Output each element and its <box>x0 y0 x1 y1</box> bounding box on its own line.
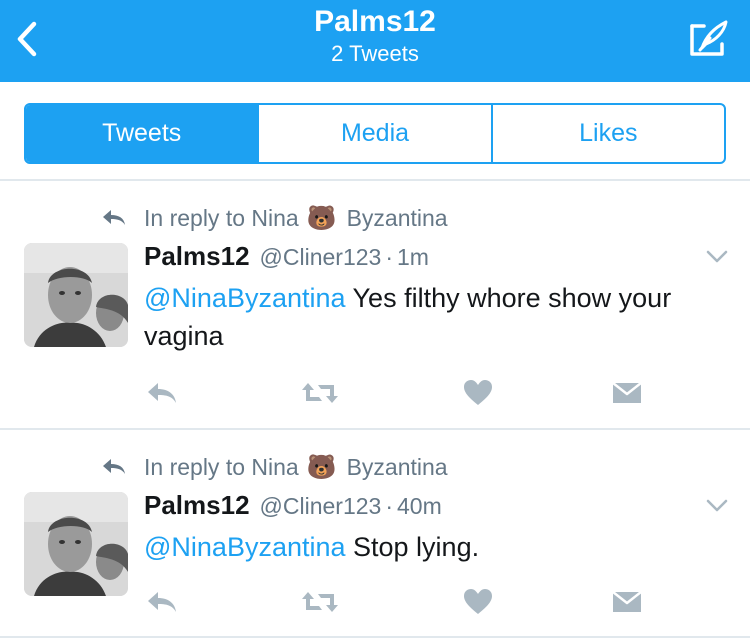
avatar[interactable] <box>24 492 128 596</box>
heart-icon <box>464 589 492 614</box>
tweet-header: Palms12 @Cliner123 · 40m <box>144 490 442 522</box>
profile-tabs: Tweets Media Likes <box>24 103 726 164</box>
direct-message-button[interactable] <box>610 586 644 618</box>
timestamp: 1m <box>397 244 429 270</box>
header-title-group: Palms12 2 Tweets <box>0 4 750 68</box>
reply-button[interactable] <box>144 586 180 618</box>
display-name[interactable]: Palms12 <box>144 490 250 521</box>
profile-photo <box>24 492 128 596</box>
like-button[interactable] <box>462 377 494 409</box>
chevron-down-icon[interactable] <box>704 247 730 267</box>
reply-button[interactable] <box>144 377 180 409</box>
like-button[interactable] <box>462 586 494 618</box>
tab-tweets[interactable]: Tweets <box>26 105 260 162</box>
reply-icon <box>148 383 176 403</box>
top-bar: Palms12 2 Tweets <box>0 0 750 82</box>
compose-button[interactable] <box>684 14 734 64</box>
tab-likes[interactable]: Likes <box>493 105 724 162</box>
tweet-actions <box>144 377 664 409</box>
tweet-text: @NinaByzantina Stop lying. <box>144 528 714 566</box>
tweet-count: 2 Tweets <box>331 41 419 66</box>
bear-emoji: 🐻 <box>306 453 337 481</box>
in-reply-to[interactable]: In reply to Nina 🐻 Byzantina <box>100 452 448 482</box>
envelope-icon <box>612 382 642 403</box>
mention-link[interactable]: @NinaByzantina <box>144 283 346 313</box>
page-title: Palms12 <box>314 5 436 38</box>
username: @Cliner123 <box>259 493 382 519</box>
retweet-icon <box>302 383 338 403</box>
separator-dot: · <box>385 493 393 519</box>
tweet-item[interactable]: In reply to Nina 🐻 Byzantina Palms12 @Cl… <box>0 430 750 641</box>
tweet-actions <box>144 586 664 618</box>
retweet-button[interactable] <box>300 377 340 409</box>
reply-to-text-suffix: Byzantina <box>346 453 448 480</box>
separator-dot: · <box>385 244 393 270</box>
retweet-icon <box>302 592 338 612</box>
reply-icon <box>148 592 176 612</box>
in-reply-to[interactable]: In reply to Nina 🐻 Byzantina <box>100 203 448 233</box>
tweet-text: @NinaByzantina Yes filthy whore show you… <box>144 279 714 355</box>
reply-arrow-icon <box>103 459 125 474</box>
timestamp: 40m <box>397 493 442 519</box>
mention-link[interactable]: @NinaByzantina <box>144 532 346 562</box>
chevron-down-icon[interactable] <box>704 496 730 516</box>
reply-to-text-suffix: Byzantina <box>346 204 448 231</box>
username: @Cliner123 <box>259 244 382 270</box>
reply-to-text: In reply to Nina <box>144 204 299 231</box>
tweet-header: Palms12 @Cliner123 · 1m <box>144 241 429 273</box>
compose-tweet-icon <box>690 20 728 56</box>
display-name[interactable]: Palms12 <box>144 241 250 272</box>
tweet-body: Stop lying. <box>345 532 480 562</box>
reply-to-text: In reply to Nina <box>144 453 299 480</box>
bear-emoji: 🐻 <box>306 204 337 232</box>
profile-photo <box>24 243 128 347</box>
divider <box>0 636 750 638</box>
tweet-item[interactable]: In reply to Nina 🐻 Byzantina Palms12 @Cl… <box>0 181 750 421</box>
heart-icon <box>464 380 492 405</box>
direct-message-button[interactable] <box>610 377 644 409</box>
retweet-button[interactable] <box>300 586 340 618</box>
tab-media[interactable]: Media <box>259 105 493 162</box>
envelope-icon <box>612 591 642 612</box>
avatar[interactable] <box>24 243 128 347</box>
reply-arrow-icon <box>103 210 125 225</box>
